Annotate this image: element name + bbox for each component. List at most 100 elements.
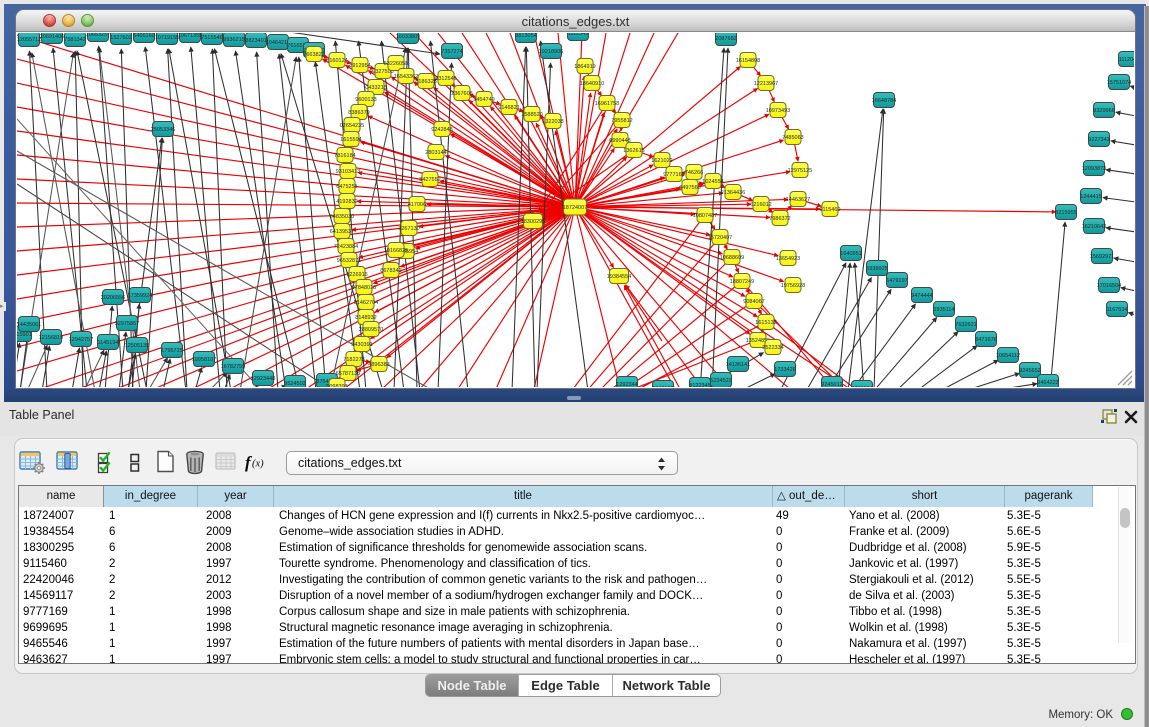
svg-text:9245652: 9245652 [1019, 368, 1040, 374]
svg-text:12975125: 12975125 [788, 168, 812, 174]
svg-text:9342102: 9342102 [652, 386, 673, 387]
svg-text:18807249: 18807249 [730, 279, 754, 285]
svg-text:12505135: 12505135 [125, 343, 149, 349]
svg-text:9312546: 9312546 [435, 76, 456, 82]
svg-text:65787133: 65787133 [336, 371, 360, 377]
svg-text:1145194: 1145194 [97, 340, 118, 346]
svg-text:17016504: 17016504 [1097, 283, 1121, 289]
svg-text:9777169: 9777169 [663, 172, 684, 178]
svg-text:2803144: 2803144 [425, 150, 446, 156]
svg-text:3454749: 3454749 [473, 97, 494, 103]
svg-text:93103413: 93103413 [336, 169, 360, 175]
svg-text:16961758: 16961758 [595, 101, 619, 107]
svg-text:1615594: 1615594 [340, 137, 361, 143]
svg-text:53226058: 53226058 [384, 61, 408, 67]
svg-text:10958107: 10958107 [192, 357, 216, 363]
svg-text:10671355: 10671355 [178, 33, 202, 39]
svg-text:02654235: 02654235 [340, 123, 364, 129]
svg-text:16210643: 16210643 [1082, 224, 1106, 230]
svg-text:10973493: 10973493 [766, 108, 790, 114]
svg-text:9474444: 9474444 [911, 293, 932, 299]
svg-text:19218906: 19218906 [539, 49, 563, 55]
svg-text:15720407: 15720407 [708, 235, 732, 241]
svg-text:21364436: 21364436 [721, 190, 745, 196]
svg-text:64835030: 64835030 [330, 214, 354, 220]
svg-text:9245012: 9245012 [821, 382, 842, 387]
svg-text:18300295: 18300295 [521, 219, 545, 225]
svg-text:746266: 746266 [685, 170, 703, 176]
svg-text:1588520: 1588520 [521, 112, 542, 118]
svg-text:5938925: 5938925 [866, 266, 887, 272]
svg-text:1527602: 1527602 [110, 35, 131, 41]
svg-text:12156819: 12156819 [39, 335, 63, 341]
svg-text:1795725: 1795725 [161, 348, 182, 354]
svg-text:16648784: 16648784 [872, 98, 896, 104]
svg-text:7357274: 7357274 [441, 49, 462, 55]
svg-text:28809570: 28809570 [359, 327, 383, 333]
svg-text:7515546: 7515546 [201, 35, 222, 41]
svg-text:(x): (x) [252, 459, 264, 470]
svg-text:16782759: 16782759 [221, 364, 245, 370]
svg-text:14136141: 14136141 [726, 362, 750, 368]
svg-text:4192832: 4192832 [336, 199, 357, 205]
svg-text:10719155: 10719155 [155, 35, 179, 41]
svg-text:1112345: 1112345 [568, 33, 589, 37]
svg-text:8427552: 8427552 [419, 177, 440, 183]
svg-text:12213967: 12213967 [754, 81, 778, 87]
svg-text:7663822: 7663822 [303, 52, 324, 58]
svg-text:7955812: 7955812 [611, 118, 632, 124]
svg-text:6466160: 6466160 [133, 33, 154, 39]
svg-text:7485063: 7485063 [782, 135, 803, 141]
svg-text:12942757: 12942757 [69, 337, 93, 343]
svg-text:8386379: 8386379 [348, 110, 369, 116]
svg-text:10653257: 10653257 [86, 33, 110, 38]
svg-text:20691406: 20691406 [40, 34, 64, 40]
svg-text:8471676: 8471676 [975, 337, 996, 343]
svg-text:0433218: 0433218 [365, 85, 386, 91]
svg-text:10654112: 10654112 [996, 353, 1020, 359]
svg-text:25053346: 25053346 [151, 127, 175, 133]
svg-text:1621022: 1621022 [651, 158, 672, 164]
svg-text:6216012: 6216012 [750, 202, 771, 208]
svg-text:18640910: 18640910 [580, 81, 604, 87]
svg-text:6475255: 6475255 [336, 184, 357, 190]
svg-text:14435061: 14435061 [17, 322, 41, 328]
svg-text:1112045: 1112045 [1119, 57, 1134, 63]
svg-text:1292344: 1292344 [616, 382, 637, 387]
svg-text:51462704: 51462704 [354, 300, 378, 306]
svg-text:1864919: 1864919 [574, 64, 595, 70]
svg-text:8215955: 8215955 [1055, 210, 1076, 216]
svg-text:3915901: 3915901 [17, 332, 32, 338]
svg-text:8160124: 8160124 [326, 58, 347, 64]
svg-text:9464223: 9464223 [1037, 380, 1058, 386]
svg-text:9242848: 9242848 [431, 127, 452, 133]
svg-text:10807487: 10807487 [693, 213, 717, 219]
svg-text:2522334: 2522334 [762, 345, 783, 351]
svg-text:417006: 417006 [408, 202, 426, 208]
svg-text:1167534: 1167534 [1106, 307, 1127, 313]
svg-text:19756928: 19756928 [781, 283, 805, 289]
svg-text:9600133: 9600133 [355, 97, 376, 103]
svg-text:7986372: 7986372 [769, 216, 790, 222]
svg-text:1226916: 1226916 [346, 272, 367, 278]
svg-text:10688609: 10688609 [720, 255, 744, 261]
svg-text:20206556: 20206556 [101, 295, 125, 301]
svg-text:19166825: 19166825 [384, 248, 408, 254]
svg-text:2935114: 2935114 [933, 307, 954, 313]
svg-text:12093873: 12093873 [1082, 166, 1106, 172]
svg-text:13654923: 13654923 [776, 256, 800, 262]
svg-text:16154808: 16154808 [736, 58, 760, 64]
svg-text:9084067: 9084067 [743, 299, 764, 305]
svg-text:7581342: 7581342 [64, 37, 85, 43]
svg-text:2367608: 2367608 [451, 91, 472, 97]
svg-text:15751074: 15751074 [1107, 80, 1131, 86]
svg-text:1362615: 1362615 [623, 148, 644, 154]
svg-text:1640951: 1640951 [840, 251, 861, 257]
svg-text:7816184: 7816184 [334, 153, 355, 159]
svg-text:18724007: 18724007 [563, 205, 587, 211]
svg-text:72423884: 72423884 [334, 244, 358, 250]
svg-text:8912954: 8912954 [349, 63, 370, 69]
svg-text:8148932: 8148932 [355, 315, 376, 321]
svg-text:3267130: 3267130 [398, 226, 419, 232]
svg-text:8122345: 8122345 [689, 383, 710, 387]
